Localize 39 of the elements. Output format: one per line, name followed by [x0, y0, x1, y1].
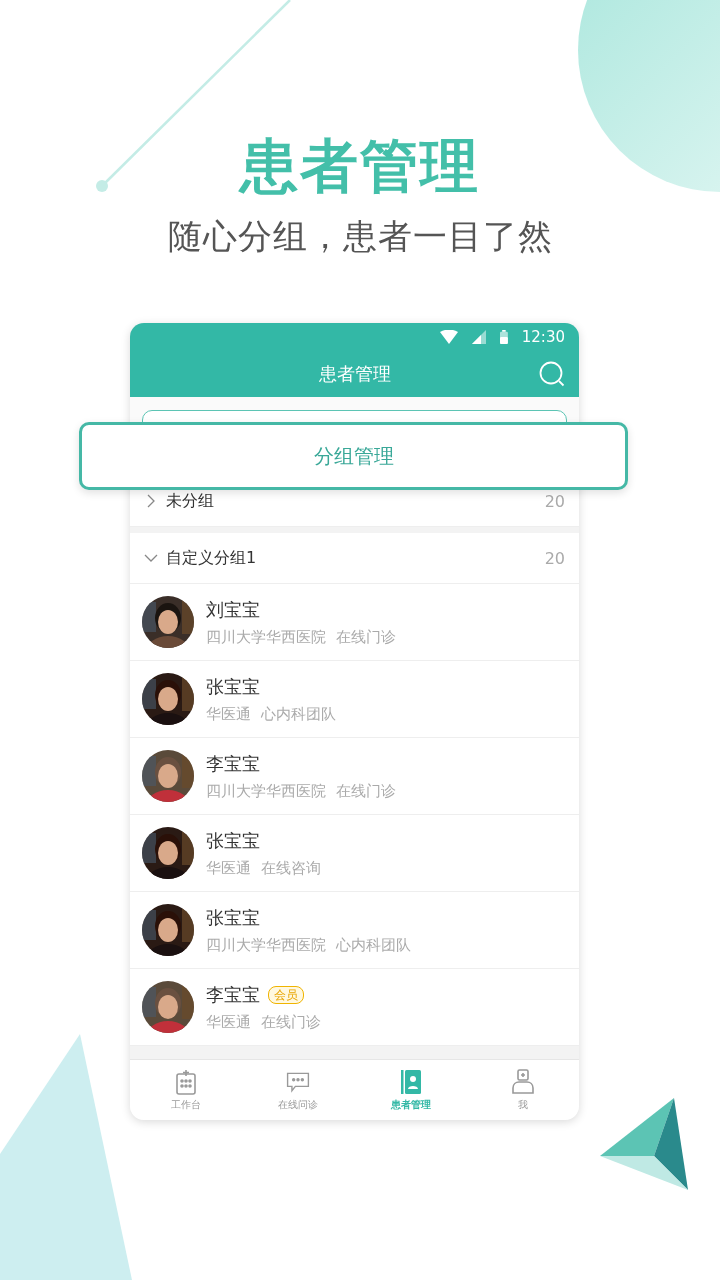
group-count: 20 — [544, 491, 565, 511]
subtitle: 随心分组，患者一目了然 — [167, 215, 553, 258]
hospital-name: 华医通 — [206, 1012, 251, 1032]
patient-row[interactable]: 李宝宝 会员 华医通 在线门诊 — [130, 969, 579, 1046]
signal-icon — [471, 329, 486, 344]
patient-name: 李宝宝 — [206, 982, 260, 1007]
status-time: 12:30 — [521, 327, 565, 346]
battery-icon — [499, 329, 508, 344]
group-name: 未分组 — [166, 490, 215, 512]
patient-row[interactable]: 张宝宝 华医通 心内科团队 — [130, 661, 579, 738]
group-name: 自定义分组1 — [166, 547, 258, 569]
hospital-name: 四川大学华西医院 — [206, 935, 326, 955]
patient-name: 张宝宝 — [206, 674, 260, 699]
header-title: 患者管理 — [318, 361, 391, 386]
patient-name: 张宝宝 — [206, 828, 260, 853]
service-type: 心内科团队 — [336, 935, 411, 955]
group-row[interactable]: 自定义分组1 20 — [130, 533, 579, 584]
member-badge: 会员 — [268, 985, 304, 1004]
wifi-icon — [439, 329, 458, 344]
service-type: 心内科团队 — [261, 704, 336, 724]
patient-row[interactable]: 张宝宝 四川大学华西医院 心内科团队 — [130, 892, 579, 969]
search-icon[interactable] — [539, 361, 565, 387]
service-type: 在线门诊 — [336, 627, 396, 647]
patient-name: 李宝宝 — [206, 751, 260, 776]
service-type: 在线门诊 — [336, 781, 396, 801]
group-count: 20 — [544, 548, 565, 568]
person-icon — [509, 1068, 536, 1095]
patient-name: 张宝宝 — [206, 905, 260, 930]
patient-row[interactable]: 刘宝宝 四川大学华西医院 在线门诊 — [130, 584, 579, 661]
service-type: 在线咨询 — [261, 858, 321, 878]
patient-row[interactable]: 张宝宝 华医通 在线咨询 — [130, 815, 579, 892]
hospital-name: 四川大学华西医院 — [206, 781, 326, 801]
headline: 患者管理 — [240, 131, 480, 202]
hospital-name: 华医通 — [206, 858, 251, 878]
patient-row[interactable]: 李宝宝 四川大学华西医院 在线门诊 — [130, 738, 579, 815]
service-type: 在线门诊 — [261, 1012, 321, 1032]
patient-name: 刘宝宝 — [206, 597, 260, 622]
hospital-name: 四川大学华西医院 — [206, 627, 326, 647]
hospital-name: 华医通 — [206, 704, 251, 724]
